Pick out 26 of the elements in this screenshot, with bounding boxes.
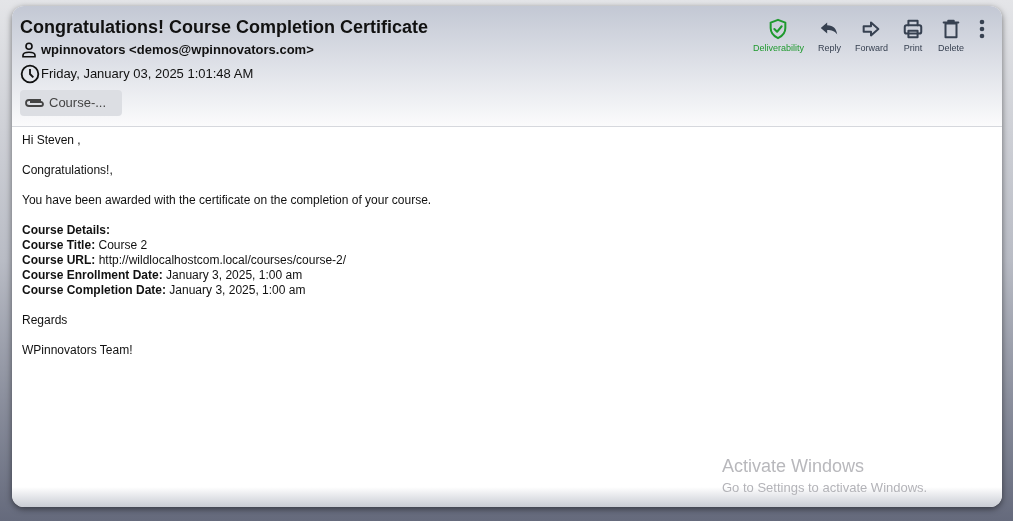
body-text: Course Details: xyxy=(22,223,112,238)
toolbar-button[interactable]: Delete xyxy=(938,18,964,54)
person-icon xyxy=(20,40,38,59)
body-text: Regards xyxy=(22,313,69,328)
more-button[interactable] xyxy=(978,18,986,40)
body-text: WPinnovators Team! xyxy=(22,343,134,358)
toolbar-button[interactable]: Forward xyxy=(854,18,888,54)
body-text: Hi Steven , xyxy=(22,133,82,148)
body-text: Course URL: http://wildlocalhostcom.local/courses/course-2/ xyxy=(22,253,348,268)
toolbar-button[interactable]: Print xyxy=(902,18,924,54)
clock-icon xyxy=(20,63,40,84)
activation-title: Activate Windows xyxy=(722,455,866,477)
body-text: You have been awarded with the certificate on the completion of your course. xyxy=(22,193,433,208)
email-date: Friday, January 03, 2025 1:01:48 AM xyxy=(41,64,254,83)
sender: wpinnovators <demos@wpinnovators.com> xyxy=(41,41,314,59)
toolbar-button[interactable]: Reply xyxy=(817,18,841,54)
trash-icon xyxy=(940,18,962,40)
body-text: Course Completion Date: January 3, 2025, 1:00 am xyxy=(22,283,307,298)
more-vertical-icon xyxy=(978,18,986,40)
body-text: Congratulations!, xyxy=(22,163,114,178)
email-subject: Congratulations! Course Completion Certificate xyxy=(20,16,429,38)
printer-icon xyxy=(902,18,924,40)
body-text: Course Enrollment Date: January 3, 2025, 1:00 am xyxy=(22,268,304,283)
activation-subtitle: Go to Settings to activate Windows. xyxy=(722,479,928,497)
body-text: Course Title: Course 2 xyxy=(22,238,149,253)
attachment-chip[interactable]: Course-... xyxy=(20,89,122,116)
